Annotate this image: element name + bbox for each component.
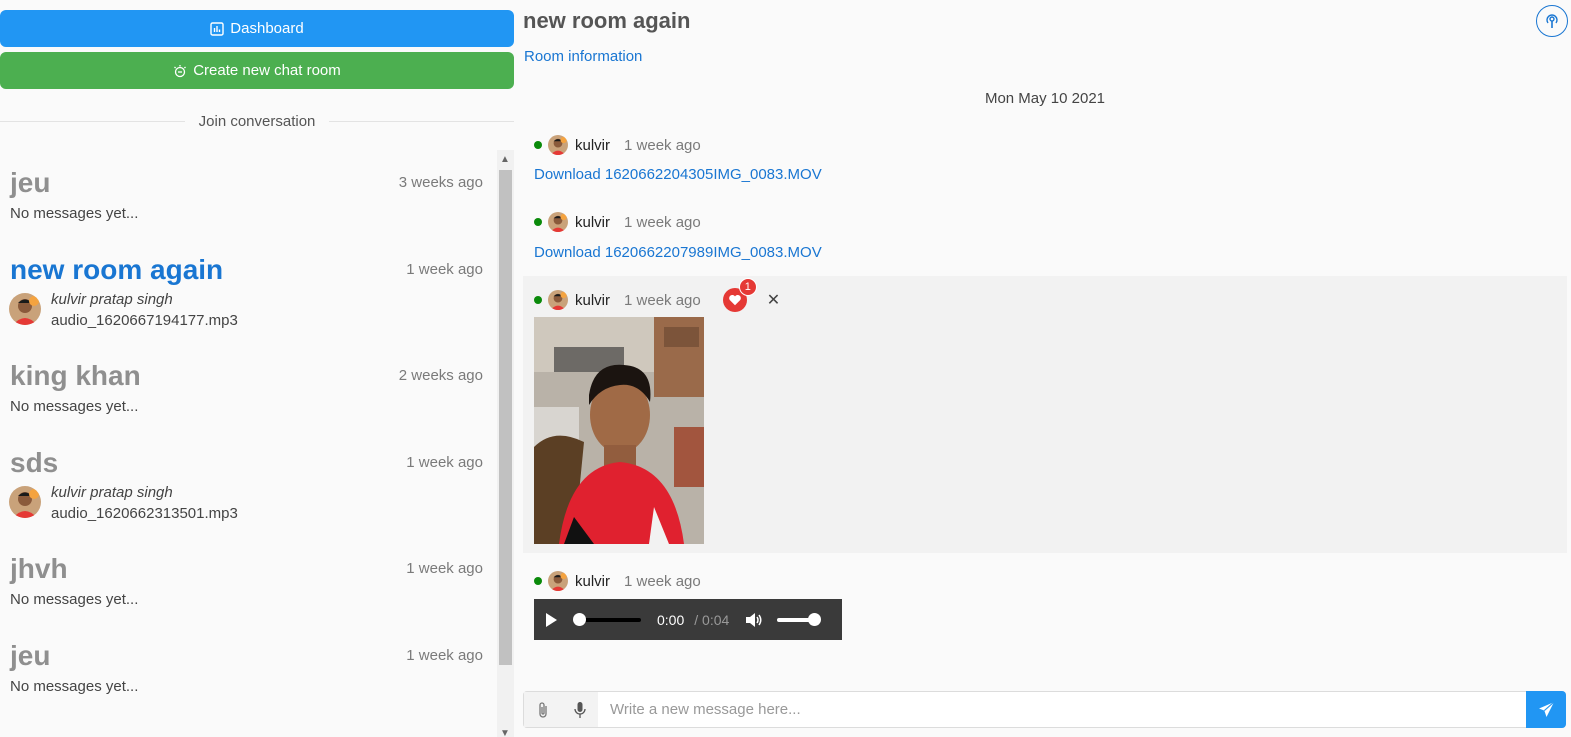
scroll-down-icon[interactable]: ▼	[500, 728, 510, 737]
room-title: jeu	[10, 167, 51, 198]
volume-icon[interactable]	[745, 612, 763, 628]
chat-panel: new room again Room information Mon May …	[523, 0, 1571, 737]
attach-button[interactable]	[524, 692, 561, 727]
room-list-scrollbar[interactable]: ▲ ▼	[497, 150, 514, 737]
room-preview: No messages yet...	[10, 591, 139, 608]
room-last-sender: kulvir pratap singh	[51, 484, 173, 501]
message-username[interactable]: kulvir	[575, 137, 610, 154]
message-username[interactable]: kulvir	[575, 292, 610, 309]
volume-knob[interactable]	[808, 612, 822, 626]
scroll-up-icon[interactable]: ▲	[500, 154, 510, 165]
message-username[interactable]: kulvir	[575, 214, 610, 231]
online-status-icon	[534, 141, 542, 149]
chat-app: Dashboard Create new chat room Join conv…	[0, 0, 1571, 737]
dashboard-label: Dashboard	[230, 20, 304, 37]
online-status-icon	[534, 296, 542, 304]
reaction-count-badge: 1	[738, 278, 757, 296]
heart-reaction-button[interactable]: 1	[722, 278, 757, 312]
room-time: 3 weeks ago	[398, 174, 483, 191]
avatar	[548, 571, 568, 591]
message-time: 1 week ago	[624, 136, 701, 154]
room-time: 1 week ago	[406, 261, 483, 278]
room-preview: No messages yet...	[10, 398, 139, 415]
avatar	[548, 290, 568, 310]
audio-progress-slider[interactable]	[573, 612, 641, 626]
room-title: new room again	[10, 254, 224, 285]
create-room-button[interactable]: Create new chat room	[0, 52, 514, 89]
room-last-sender: kulvir pratap singh	[51, 291, 173, 308]
date-separator: Mon May 10 2021	[984, 90, 1106, 107]
heart-icon	[728, 294, 741, 306]
room-time: 2 weeks ago	[398, 367, 483, 384]
podcast-icon[interactable]	[1536, 5, 1568, 37]
online-status-icon	[534, 218, 542, 226]
message-header: kulvir 1 week ago	[534, 212, 701, 232]
audio-duration: / 0:04	[694, 611, 730, 628]
send-button[interactable]	[1526, 691, 1566, 728]
message: kulvir 1 week ago Download 1620662204305…	[523, 130, 1567, 200]
join-divider: Join conversation	[0, 112, 515, 130]
download-link[interactable]: Download 1620662204305IMG_0083.MOV	[534, 166, 822, 183]
room-title: sds	[10, 447, 59, 478]
avatar	[9, 486, 41, 518]
room-item-active[interactable]: new room again 1 week ago kulvir pratap …	[0, 237, 497, 343]
room-item[interactable]: sds 1 week ago kulvir pratap singh audio…	[0, 430, 497, 536]
message-time: 1 week ago	[624, 291, 701, 309]
create-room-label: Create new chat room	[193, 62, 341, 79]
download-link[interactable]: Download 1620662207989IMG_0083.MOV	[534, 244, 822, 261]
room-time: 1 week ago	[406, 647, 483, 664]
divider-line	[329, 120, 515, 122]
sidebar: Dashboard Create new chat room Join conv…	[0, 0, 515, 737]
room-time: 1 week ago	[406, 560, 483, 577]
message-header: kulvir 1 week ago	[534, 571, 701, 591]
room-title: jhvh	[10, 553, 68, 584]
room-last-file: audio_1620662313501.mp3	[51, 505, 238, 522]
room-item[interactable]: jeu 1 week ago No messages yet...	[0, 623, 497, 710]
room-preview: No messages yet...	[10, 205, 139, 222]
room-information-link[interactable]: Room information	[524, 48, 642, 65]
message: kulvir 1 week ago Download 1620662207989…	[523, 207, 1567, 277]
volume-slider[interactable]	[777, 612, 822, 626]
message-username[interactable]: kulvir	[575, 573, 610, 590]
message-input[interactable]	[598, 692, 1526, 727]
send-icon	[1538, 701, 1554, 717]
paperclip-icon	[538, 701, 547, 718]
avatar	[548, 212, 568, 232]
message-composer	[523, 691, 1566, 728]
message-header: kulvir 1 week ago	[534, 135, 701, 155]
audio-current-time: 0:00	[657, 611, 685, 628]
dashboard-button[interactable]: Dashboard	[0, 10, 514, 47]
avatar	[548, 135, 568, 155]
message-time: 1 week ago	[624, 572, 701, 590]
room-preview: No messages yet...	[10, 678, 139, 695]
room-last-file: audio_1620667194177.mp3	[51, 312, 238, 329]
room-title: king khan	[10, 360, 141, 391]
scrollbar-thumb[interactable]	[499, 170, 512, 665]
message-time: 1 week ago	[624, 213, 701, 231]
room-item[interactable]: jeu 3 weeks ago No messages yet...	[0, 150, 497, 237]
online-status-icon	[534, 577, 542, 585]
page-title: new room again	[523, 8, 691, 33]
play-icon[interactable]	[546, 612, 557, 627]
progress-knob[interactable]	[573, 612, 586, 626]
close-icon[interactable]: ✕	[767, 290, 780, 310]
divider-line	[0, 120, 185, 122]
room-time: 1 week ago	[406, 454, 483, 471]
avatar	[9, 293, 41, 325]
room-list: jeu 3 weeks ago No messages yet... new r…	[0, 150, 497, 737]
room-item[interactable]: king khan 2 weeks ago No messages yet...	[0, 343, 497, 430]
microphone-icon	[573, 701, 586, 718]
message-photo[interactable]	[534, 317, 704, 544]
room-item[interactable]: jhvh 1 week ago No messages yet...	[0, 536, 497, 623]
audio-player: 0:00 / 0:04	[534, 599, 842, 640]
microphone-button[interactable]	[561, 692, 598, 727]
room-title: jeu	[10, 640, 51, 671]
message[interactable]: kulvir 1 week ago 1 ✕	[523, 276, 1567, 553]
join-label: Join conversation	[198, 112, 316, 130]
create-room-icon	[174, 64, 187, 77]
dashboard-icon	[210, 21, 224, 36]
message-header: kulvir 1 week ago 1 ✕	[534, 278, 780, 312]
